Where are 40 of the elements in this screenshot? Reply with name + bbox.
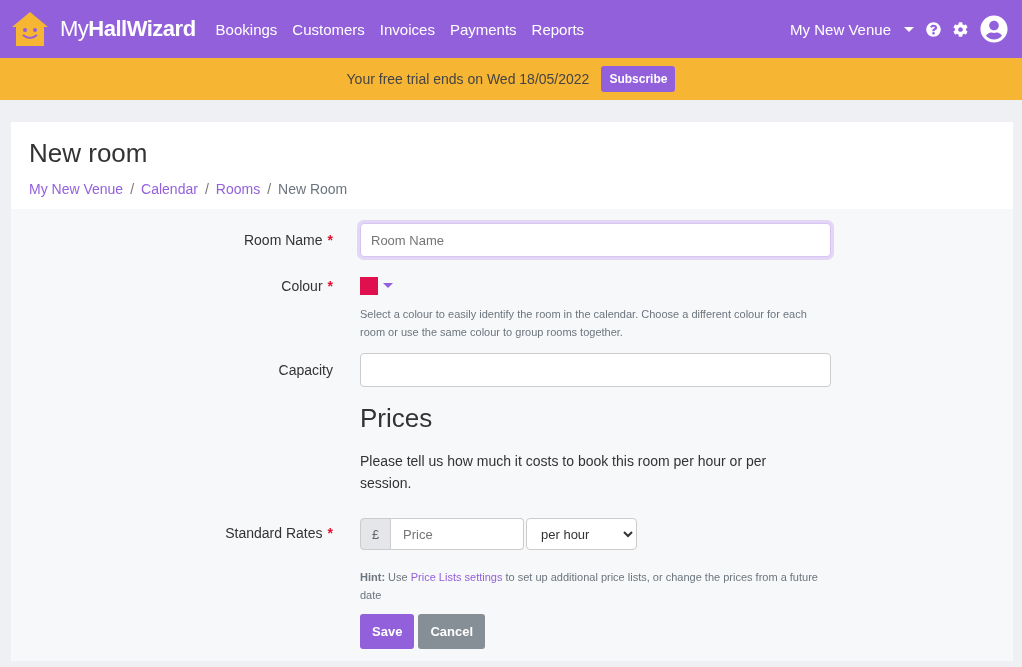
required-mark: * xyxy=(327,232,333,248)
nav-link[interactable]: Invoices xyxy=(379,20,435,38)
hint-text: Hint: Use Price Lists settings to set up additional price lists, or change the prices from a future date xyxy=(360,570,819,603)
price-input[interactable]: Price xyxy=(391,518,524,550)
help-icon[interactable] xyxy=(926,21,941,37)
current-page-label: New Room xyxy=(278,181,348,197)
cancel-button[interactable]: Cancel xyxy=(418,614,485,649)
nav-link[interactable]: Payments xyxy=(449,20,517,38)
nav-link[interactable]: Bookings xyxy=(215,20,278,38)
capacity-input[interactable] xyxy=(360,353,831,387)
nav-link[interactable]: Customers xyxy=(292,20,365,38)
required-mark: * xyxy=(327,278,333,294)
field-label: Room Name * xyxy=(243,231,333,248)
prices-intro-text: Please tell us how much it costs to book this room per hour or per session. xyxy=(360,452,768,493)
subscribe-button[interactable]: Subscribe xyxy=(601,66,676,92)
breadcrumb-separator: / xyxy=(204,181,209,197)
breadcrumb-link[interactable]: Calendar xyxy=(141,181,198,197)
nav-link[interactable]: Reports xyxy=(531,20,585,38)
breadcrumb-separator: / xyxy=(130,181,135,197)
save-button[interactable]: Save xyxy=(360,614,415,649)
colour-help-text: Select a colour to easily identify the room in the calendar. Choose a different colour for each room or use the same colour to group rooms together. xyxy=(360,307,808,340)
field-label: Capacity xyxy=(278,361,333,378)
field-label: Colour * xyxy=(281,277,333,294)
settings-icon[interactable] xyxy=(953,21,968,37)
venue-dropdown[interactable]: My New Venue xyxy=(790,20,914,38)
smiling-house-logo-icon xyxy=(12,12,48,46)
currency-addon: £ xyxy=(360,518,391,550)
rate-unit-select[interactable]: per hour xyxy=(526,518,637,550)
trial-message: Your free trial ends on Wed 18/05/2022 xyxy=(346,71,590,87)
breadcrumb-separator: / xyxy=(267,181,272,197)
section-heading: Prices xyxy=(360,403,434,434)
page-title: New room xyxy=(29,138,149,169)
field-label: Standard Rates * xyxy=(225,524,333,541)
brand-logo-text[interactable]: MyHallWizard xyxy=(60,16,196,42)
price-lists-link[interactable]: Price Lists settings xyxy=(410,571,503,583)
breadcrumb-link[interactable]: My New Venue xyxy=(29,181,124,197)
room-name-input[interactable]: Room Name xyxy=(360,223,831,257)
required-mark: * xyxy=(327,525,333,541)
user-avatar-icon[interactable] xyxy=(980,15,1008,43)
breadcrumb-link[interactable]: Rooms xyxy=(215,181,261,197)
